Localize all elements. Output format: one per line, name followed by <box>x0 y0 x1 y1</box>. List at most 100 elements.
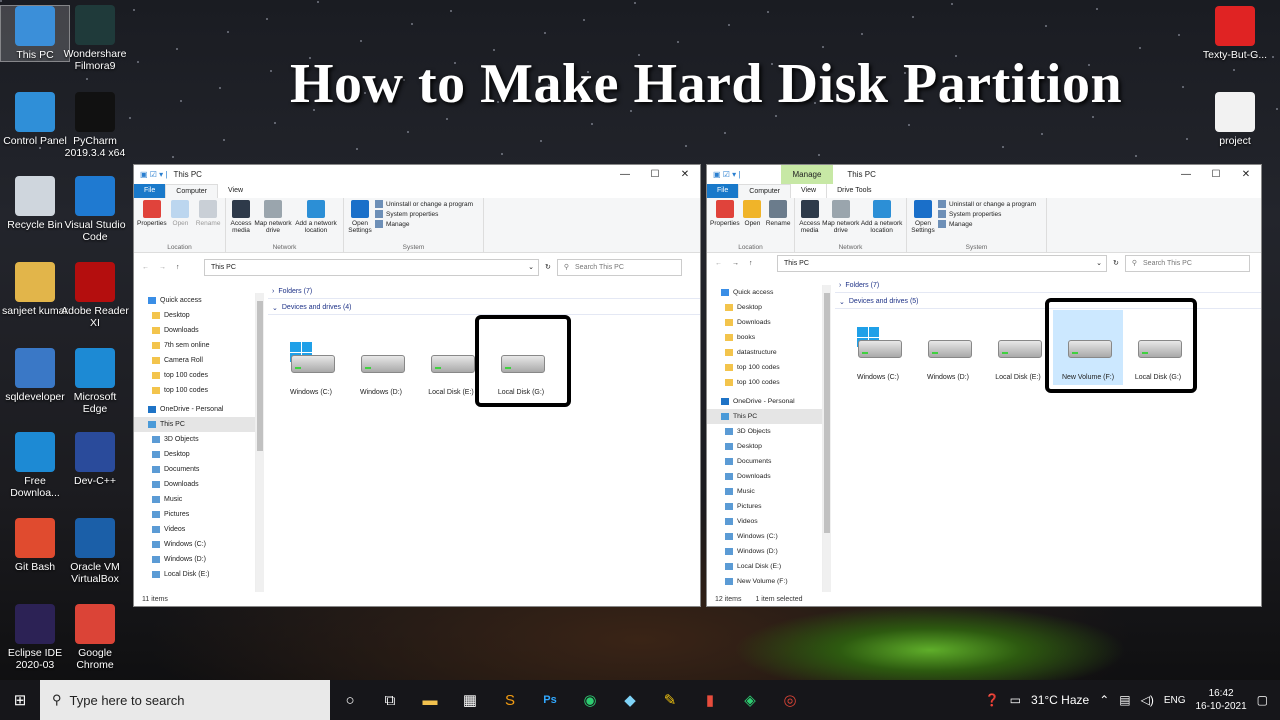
nav-item[interactable]: top 100 codes <box>134 368 255 383</box>
nav-item[interactable]: 3D Objects <box>134 432 255 447</box>
nav-item[interactable]: OneDrive - Personal <box>134 402 255 417</box>
devices-section[interactable]: ⌄ Devices and drives (4) <box>268 301 700 315</box>
nav-item[interactable]: Quick access <box>707 285 822 300</box>
nav-item[interactable]: Camera Roll <box>134 353 255 368</box>
weather-icon[interactable]: ▭ <box>1010 693 1021 707</box>
store-icon[interactable]: ▦ <box>450 680 490 720</box>
drive-item[interactable]: Local Disk (E:) <box>983 310 1053 385</box>
cortana-icon[interactable]: ○ <box>330 680 370 720</box>
language-indicator[interactable]: ENG <box>1164 695 1186 706</box>
tab-view[interactable]: View <box>218 184 253 198</box>
taskbar-search-input[interactable]: ⚲ Type here to search <box>40 680 330 720</box>
minimize-button[interactable]: — <box>1171 165 1201 184</box>
nav-item[interactable]: Videos <box>134 522 255 537</box>
nav-item[interactable]: Windows (C:) <box>707 529 822 544</box>
nav-item[interactable]: datastructure <box>707 345 822 360</box>
nav-item[interactable]: Pictures <box>707 499 822 514</box>
explorer-window-left[interactable]: ▣ ☑ ▾ | This PC — ☐ ✕ File Computer View P… <box>133 164 701 607</box>
network-tool-icon[interactable]: ◈ <box>730 680 770 720</box>
nav-item[interactable]: Windows (D:) <box>707 544 822 559</box>
desktop-icon-filmora[interactable]: Wondershare Filmora9 <box>60 5 130 72</box>
drive-item[interactable]: Windows (D:) <box>913 310 983 385</box>
nav-item[interactable]: This PC <box>134 417 255 432</box>
notification-icon[interactable]: ▢ <box>1257 693 1268 707</box>
nav-item[interactable]: Local Disk (E:) <box>134 567 255 582</box>
nav-item[interactable]: Desktop <box>134 308 255 323</box>
up-icon[interactable]: ↑ <box>749 260 753 267</box>
maps-icon[interactable]: ◉ <box>570 680 610 720</box>
nav-item[interactable]: Downloads <box>134 477 255 492</box>
help-icon[interactable]: ❓ <box>985 693 1000 707</box>
nav-item[interactable]: Local Disk (E:) <box>707 559 822 574</box>
notepad-icon[interactable]: ◆ <box>610 680 650 720</box>
refresh-icon[interactable]: ↻ <box>545 263 551 271</box>
photoshop-icon[interactable]: Ps <box>530 680 570 720</box>
navigation-pane[interactable]: Quick access Desktop Downloads 7th sem onli… <box>134 293 256 592</box>
nav-item[interactable]: OneDrive - Personal <box>707 394 822 409</box>
file-explorer-icon[interactable]: ▬ <box>410 680 450 720</box>
nav-item[interactable]: Music <box>134 492 255 507</box>
desktop-icon-pdf[interactable]: Texty-But-G... <box>1200 6 1270 61</box>
nav-item[interactable]: Documents <box>707 454 822 469</box>
office-icon[interactable]: ▮ <box>690 680 730 720</box>
network-icon[interactable]: ▤ <box>1119 693 1130 707</box>
clock[interactable]: 16:42 16-10-2021 <box>1196 687 1247 713</box>
scrollbar[interactable] <box>256 293 264 592</box>
nav-item[interactable]: Documents <box>134 462 255 477</box>
nav-item[interactable]: Quick access <box>134 293 255 308</box>
pdf-tool-icon[interactable]: ✎ <box>650 680 690 720</box>
drive-item[interactable]: Windows (C:) <box>276 325 346 400</box>
address-bar[interactable]: This PC ⌄ <box>204 258 539 276</box>
nav-item[interactable]: Downloads <box>134 323 255 338</box>
back-icon[interactable]: ← <box>142 264 149 271</box>
folders-section[interactable]: › Folders (7) <box>268 285 700 299</box>
volume-icon[interactable]: ◁) <box>1141 693 1154 707</box>
title-bar[interactable]: ▣ ☑ ▾ | Manage This PC — ☐ ✕ <box>707 165 1261 184</box>
navigation-pane[interactable]: Quick access Desktop Downloads books datastr… <box>707 285 823 592</box>
search-input[interactable]: ⚲ Search This PC <box>1124 254 1250 272</box>
title-bar[interactable]: ▣ ☑ ▾ | This PC — ☐ ✕ <box>134 165 700 184</box>
sublime-icon[interactable]: S <box>490 680 530 720</box>
close-button[interactable]: ✕ <box>1231 165 1261 184</box>
tab-file[interactable]: File <box>134 184 166 198</box>
nav-item[interactable]: Downloads <box>707 315 822 330</box>
back-icon[interactable]: ← <box>715 260 722 267</box>
nav-item[interactable]: top 100 codes <box>134 383 255 398</box>
folders-section[interactable]: › Folders (7) <box>835 279 1261 293</box>
nav-item[interactable]: Desktop <box>134 447 255 462</box>
tab-view[interactable]: View <box>791 184 826 198</box>
nav-item[interactable]: Pictures <box>134 507 255 522</box>
desktop-icon-chrome[interactable]: Google Chrome <box>60 604 130 671</box>
scrollbar[interactable] <box>823 285 831 592</box>
refresh-icon[interactable]: ↻ <box>1113 259 1119 267</box>
nav-item[interactable]: Desktop <box>707 439 822 454</box>
nav-item[interactable]: This PC <box>707 409 822 424</box>
forward-icon[interactable]: → <box>732 260 739 267</box>
nav-item[interactable]: Desktop <box>707 300 822 315</box>
manage-button[interactable]: Manage <box>375 220 473 228</box>
tab-file[interactable]: File <box>707 184 739 198</box>
drive-item[interactable]: Windows (C:) <box>843 310 913 385</box>
desktop-icon-edge[interactable]: Microsoft Edge <box>60 348 130 415</box>
nav-item[interactable]: top 100 codes <box>707 375 822 390</box>
tab-computer[interactable]: Computer <box>165 184 219 198</box>
chrome-taskbar-icon[interactable]: ◎ <box>770 680 810 720</box>
nav-item[interactable]: Music <box>707 484 822 499</box>
task-view-icon[interactable]: ⧉ <box>370 680 410 720</box>
system-properties-button[interactable]: System properties <box>938 210 1036 218</box>
tab-manage[interactable]: Manage <box>780 165 834 184</box>
tab-computer[interactable]: Computer <box>738 184 792 198</box>
chevron-down-icon[interactable]: ⌄ <box>528 263 534 271</box>
nav-item[interactable]: Videos <box>707 514 822 529</box>
up-icon[interactable]: ↑ <box>176 264 180 271</box>
minimize-button[interactable]: — <box>610 165 640 184</box>
chevron-down-icon[interactable]: ⌄ <box>1096 259 1102 267</box>
explorer-window-right[interactable]: ▣ ☑ ▾ | Manage This PC — ☐ ✕ File Computer… <box>706 164 1262 607</box>
nav-item[interactable]: Windows (C:) <box>134 537 255 552</box>
address-bar[interactable]: This PC ⌄ <box>777 254 1107 272</box>
manage-button[interactable]: Manage <box>938 220 1036 228</box>
desktop-icon-devcpp[interactable]: Dev-C++ <box>60 432 130 487</box>
desktop-icon-pycharm[interactable]: PyCharm 2019.3.4 x64 <box>60 92 130 159</box>
nav-item[interactable]: 7th sem online <box>134 338 255 353</box>
windows-start-icon[interactable]: ⊞ <box>0 680 40 720</box>
